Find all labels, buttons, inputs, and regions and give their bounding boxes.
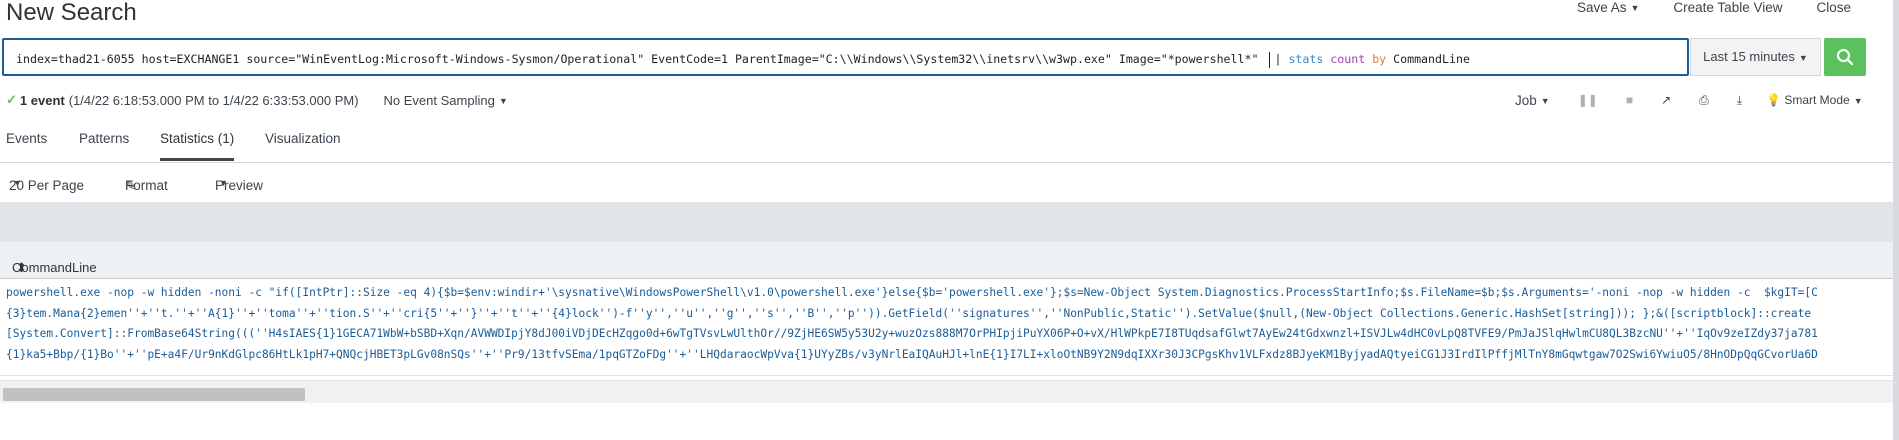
horizontal-scrollbar[interactable]	[0, 380, 1899, 403]
column-header[interactable]: CommandLine ⬍	[0, 242, 1899, 279]
commandline-cell[interactable]: powershell.exe -nop -w hidden -noni -c "…	[6, 283, 1818, 365]
caret-down-icon: ▼	[1630, 3, 1640, 14]
check-icon: ✓	[6, 92, 17, 107]
table-row: powershell.exe -nop -w hidden -noni -c "…	[0, 279, 1899, 376]
create-table-view-button[interactable]: Create Table View	[1673, 0, 1782, 18]
scrollbar-thumb[interactable]	[3, 388, 305, 401]
bulb-icon: 💡	[1766, 93, 1781, 107]
top-actions: Save As ▼ Create Table View Close	[1577, 0, 1851, 18]
tab-visualization[interactable]: Visualization	[265, 132, 341, 161]
event-sampling-label: No Event Sampling	[383, 92, 495, 108]
query-field: CommandLine	[1393, 52, 1470, 66]
stop-icon[interactable]: ■	[1626, 93, 1633, 107]
save-as-button[interactable]: Save As ▼	[1577, 0, 1639, 18]
job-status: ✓ 1 event (1/4/22 6:18:53.000 PM to 1/4/…	[6, 90, 508, 110]
time-range-label: Last 15 minutes	[1703, 49, 1795, 64]
caret-down-icon: ▼	[1853, 95, 1863, 106]
caret-down-icon: ▼	[498, 96, 508, 107]
event-count: 1 event	[19, 92, 65, 108]
close-button[interactable]: Close	[1816, 0, 1851, 18]
share-icon[interactable]: ↗	[1661, 93, 1671, 107]
time-range-picker[interactable]: Last 15 minutes ▼	[1690, 38, 1821, 76]
caret-down-icon: ▼	[1798, 52, 1808, 63]
query-function: count	[1330, 52, 1366, 66]
cell-line: {1}ka5+Bbp/{1}Bo''+''pE+a4F/Ur9nKdGlpc86…	[6, 347, 1818, 361]
event-sampling-dropdown[interactable]: No Event Sampling ▼	[384, 93, 508, 108]
title-bar: New Search Save As ▼ Create Table View Cl…	[0, 0, 1899, 34]
mode-label: Smart Mode	[1784, 93, 1850, 107]
cell-line: [System.Convert]::FromBase64String(((''H…	[6, 327, 1818, 340]
format-label: Format	[125, 178, 168, 193]
results-tabs: Events Patterns Statistics (1) Visualiza…	[0, 124, 1899, 163]
job-menu[interactable]: Job ▼	[1515, 93, 1550, 108]
sort-icon[interactable]: ⬍	[16, 260, 27, 276]
search-row: index=thad21-6055 host=EXCHANGE1 source=…	[0, 38, 1866, 80]
tab-patterns[interactable]: Patterns	[79, 132, 129, 161]
cell-line: {3}tem.Mana{2}emen''+''t.''+''A{1}''+''t…	[6, 306, 1812, 320]
save-as-label: Save As	[1576, 0, 1627, 15]
pause-icon[interactable]: ❚❚	[1578, 93, 1598, 107]
smart-mode-dropdown[interactable]: 💡 Smart Mode ▼	[1766, 93, 1863, 107]
tab-events[interactable]: Events	[6, 132, 47, 161]
page-title: New Search	[6, 0, 137, 26]
job-label: Job	[1515, 92, 1537, 108]
query-command: stats	[1288, 52, 1324, 66]
print-icon[interactable]: ⎙	[1699, 93, 1709, 108]
table-header-band	[0, 202, 1899, 242]
caret-down-icon: ▼	[13, 178, 22, 188]
cell-line: powershell.exe -nop -w hidden -noni -c "…	[6, 286, 1818, 299]
search-input[interactable]: index=thad21-6055 host=EXCHANGE1 source=…	[2, 38, 1689, 76]
search-icon	[1836, 48, 1854, 66]
vertical-scrollbar[interactable]	[1893, 0, 1899, 440]
query-by: by	[1372, 52, 1387, 66]
event-time-range: (1/4/22 6:18:53.000 PM to 1/4/22 6:33:53…	[68, 92, 359, 108]
search-button[interactable]	[1824, 38, 1866, 76]
caret-down-icon: ▼	[1540, 95, 1550, 106]
results-toolbar: 20 Per Page ▼ ✎ Format Preview ▼	[0, 170, 1899, 194]
tab-statistics[interactable]: Statistics (1)	[160, 132, 235, 161]
text-cursor	[1269, 51, 1271, 68]
caret-down-icon: ▼	[219, 178, 228, 188]
export-icon[interactable]: ⤓	[1737, 93, 1742, 108]
job-controls: Job ▼ ❚❚ ■ ↗ ⎙ ⤓ 💡 Smart Mode ▼	[1515, 90, 1863, 110]
query-text: index=thad21-6055 host=EXCHANGE1 source=…	[16, 52, 1259, 66]
